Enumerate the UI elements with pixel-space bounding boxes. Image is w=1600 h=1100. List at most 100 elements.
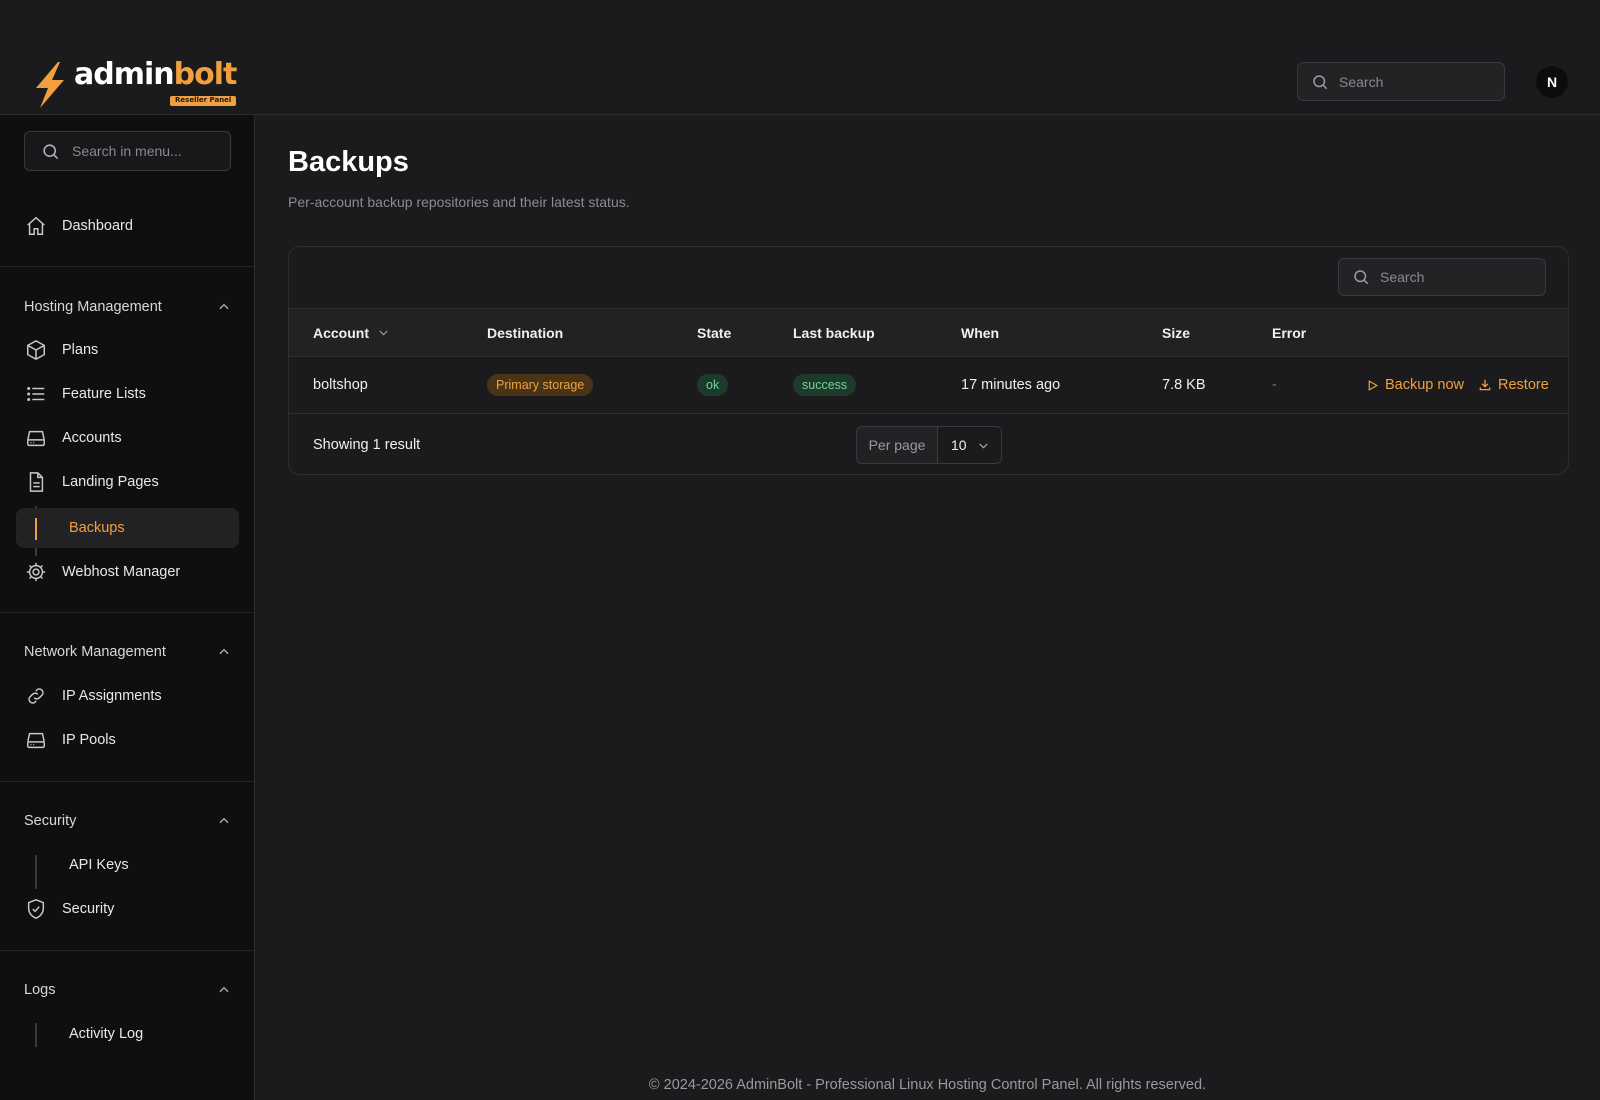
table-search-input[interactable]: Search [1338, 258, 1546, 296]
page-title: Backups [288, 146, 409, 178]
search-icon [1354, 270, 1369, 285]
group-title: Logs [24, 982, 56, 998]
column-header-when: When [961, 324, 1000, 341]
page-footer: © 2024-2026 AdminBolt - Professional Lin… [648, 1077, 1207, 1093]
sidebar-item-label: Landing Pages [62, 474, 159, 490]
per-page-value-text: 10 [951, 437, 967, 453]
last-backup-badge: success [793, 374, 857, 396]
sidebar-item-label: Accounts [62, 430, 122, 446]
table-footer: Showing 1 result Per page 10 [289, 414, 1568, 474]
sidebar-item-backups[interactable]: Backups [16, 508, 239, 548]
reseller-panel-badge: Reseller Panel [170, 96, 237, 106]
sidebar-item-label: Security [62, 901, 115, 917]
backup-now-label: Backup now [1385, 377, 1464, 393]
search-icon [1313, 74, 1328, 89]
brand-name: adminbolt Reseller Panel [74, 57, 238, 106]
server-drive-icon [27, 732, 45, 749]
sidebar-item-accounts[interactable]: Accounts [16, 418, 239, 458]
backup-now-button[interactable]: Backup now [1366, 377, 1464, 393]
sidebar-item-ip-assignments[interactable]: IP Assignments [16, 676, 239, 716]
top-bar: adminbolt Reseller Panel Search N [0, 0, 1600, 115]
sidebar-item-label: IP Assignments [62, 688, 162, 704]
chevron-down-icon [379, 330, 388, 336]
group-security[interactable]: Security [24, 809, 231, 833]
sidebar-item-label: IP Pools [62, 732, 116, 748]
column-header-destination: Destination [487, 324, 564, 341]
cell-size: 7.8 KB [1162, 377, 1206, 393]
restore-button[interactable]: Restore [1478, 377, 1549, 393]
sidebar-divider [0, 950, 254, 951]
chevron-up-icon [219, 986, 229, 993]
shield-check-icon [27, 899, 45, 919]
sidebar-item-activity-log[interactable]: Activity Log [16, 1014, 239, 1054]
sidebar-item-webhost-manager[interactable]: Webhost Manager [16, 552, 239, 592]
sidebar-item-label: Backups [69, 520, 125, 536]
sidebar-item-api-keys[interactable]: API Keys [16, 845, 239, 885]
global-search-input[interactable]: Search [1297, 62, 1505, 101]
cell-actions: Backup now Restore [1366, 357, 1549, 413]
column-header-size: Size [1162, 324, 1191, 341]
document-icon [29, 472, 44, 492]
per-page-select[interactable]: Per page 10 [856, 426, 1002, 464]
active-indicator [35, 518, 37, 540]
cell-account: boltshop [313, 377, 368, 393]
chevron-up-icon [219, 303, 229, 310]
global-search-placeholder: Search [1339, 73, 1384, 90]
user-avatar[interactable]: N [1536, 66, 1568, 98]
table-header: Account Destination State Last backup Wh… [289, 308, 1568, 357]
chevron-up-icon [219, 817, 229, 824]
bolt-logo-icon [36, 62, 64, 108]
cube-icon [27, 339, 45, 361]
group-hosting-management[interactable]: Hosting Management [24, 295, 231, 319]
group-title: Network Management [24, 644, 166, 660]
brand-logo[interactable]: adminbolt Reseller Panel [30, 57, 238, 110]
play-icon [1368, 379, 1379, 391]
group-logs[interactable]: Logs [24, 978, 231, 1002]
column-label: Account [313, 324, 369, 341]
page-subtitle: Per-account backup repositories and thei… [288, 194, 630, 210]
sidebar-item-security[interactable]: Security [16, 889, 239, 929]
sidebar-item-feature-lists[interactable]: Feature Lists [16, 374, 239, 414]
column-header-error: Error [1272, 324, 1307, 341]
column-header-account[interactable]: Account [313, 309, 390, 356]
destination-badge: Primary storage [487, 374, 594, 396]
gear-icon [26, 562, 46, 582]
sidebar-item-plans[interactable]: Plans [16, 330, 239, 370]
chevron-up-icon [219, 648, 229, 655]
group-title: Security [24, 813, 77, 829]
brand-name-white: admin [74, 57, 175, 92]
cell-destination: Primary storage [487, 357, 594, 413]
cell-state: ok [697, 357, 729, 413]
group-title: Hosting Management [24, 299, 162, 315]
menu-search-input[interactable]: Search in menu... [24, 131, 231, 171]
link-icon [28, 688, 44, 704]
sidebar-item-dashboard[interactable]: Dashboard [16, 206, 239, 246]
sidebar-divider [0, 266, 254, 267]
column-header-state: State [697, 324, 732, 341]
restore-label: Restore [1498, 377, 1549, 393]
sidebar-item-ip-pools[interactable]: IP Pools [16, 720, 239, 760]
server-drive-icon [27, 430, 45, 447]
search-icon [43, 143, 59, 159]
home-icon [27, 216, 45, 235]
sidebar: Search in menu... Dashboard Hosting Mana… [0, 115, 255, 1100]
sidebar-divider [0, 781, 254, 782]
chevron-down-icon [978, 442, 988, 449]
sidebar-item-landing-pages[interactable]: Landing Pages [16, 462, 239, 502]
menu-search-placeholder: Search in menu... [72, 143, 182, 159]
sidebar-item-label: Feature Lists [62, 386, 146, 402]
sidebar-item-label: Dashboard [62, 218, 133, 234]
sidebar-divider [0, 612, 254, 613]
cell-error: - [1272, 377, 1277, 393]
brand-name-orange: bolt [173, 57, 238, 92]
sidebar-item-label: Activity Log [69, 1026, 144, 1042]
backups-table-card: Search Account Destination State Last ba… [288, 246, 1569, 475]
sidebar-item-label: API Keys [69, 857, 129, 873]
results-count: Showing 1 result [313, 437, 421, 453]
cell-when: 17 minutes ago [961, 377, 1061, 393]
cell-last-backup: success [793, 357, 857, 413]
list-icon [27, 387, 45, 401]
per-page-value[interactable]: 10 [938, 427, 1001, 463]
sidebar-item-label: Webhost Manager [62, 564, 181, 580]
group-network-management[interactable]: Network Management [24, 640, 231, 664]
